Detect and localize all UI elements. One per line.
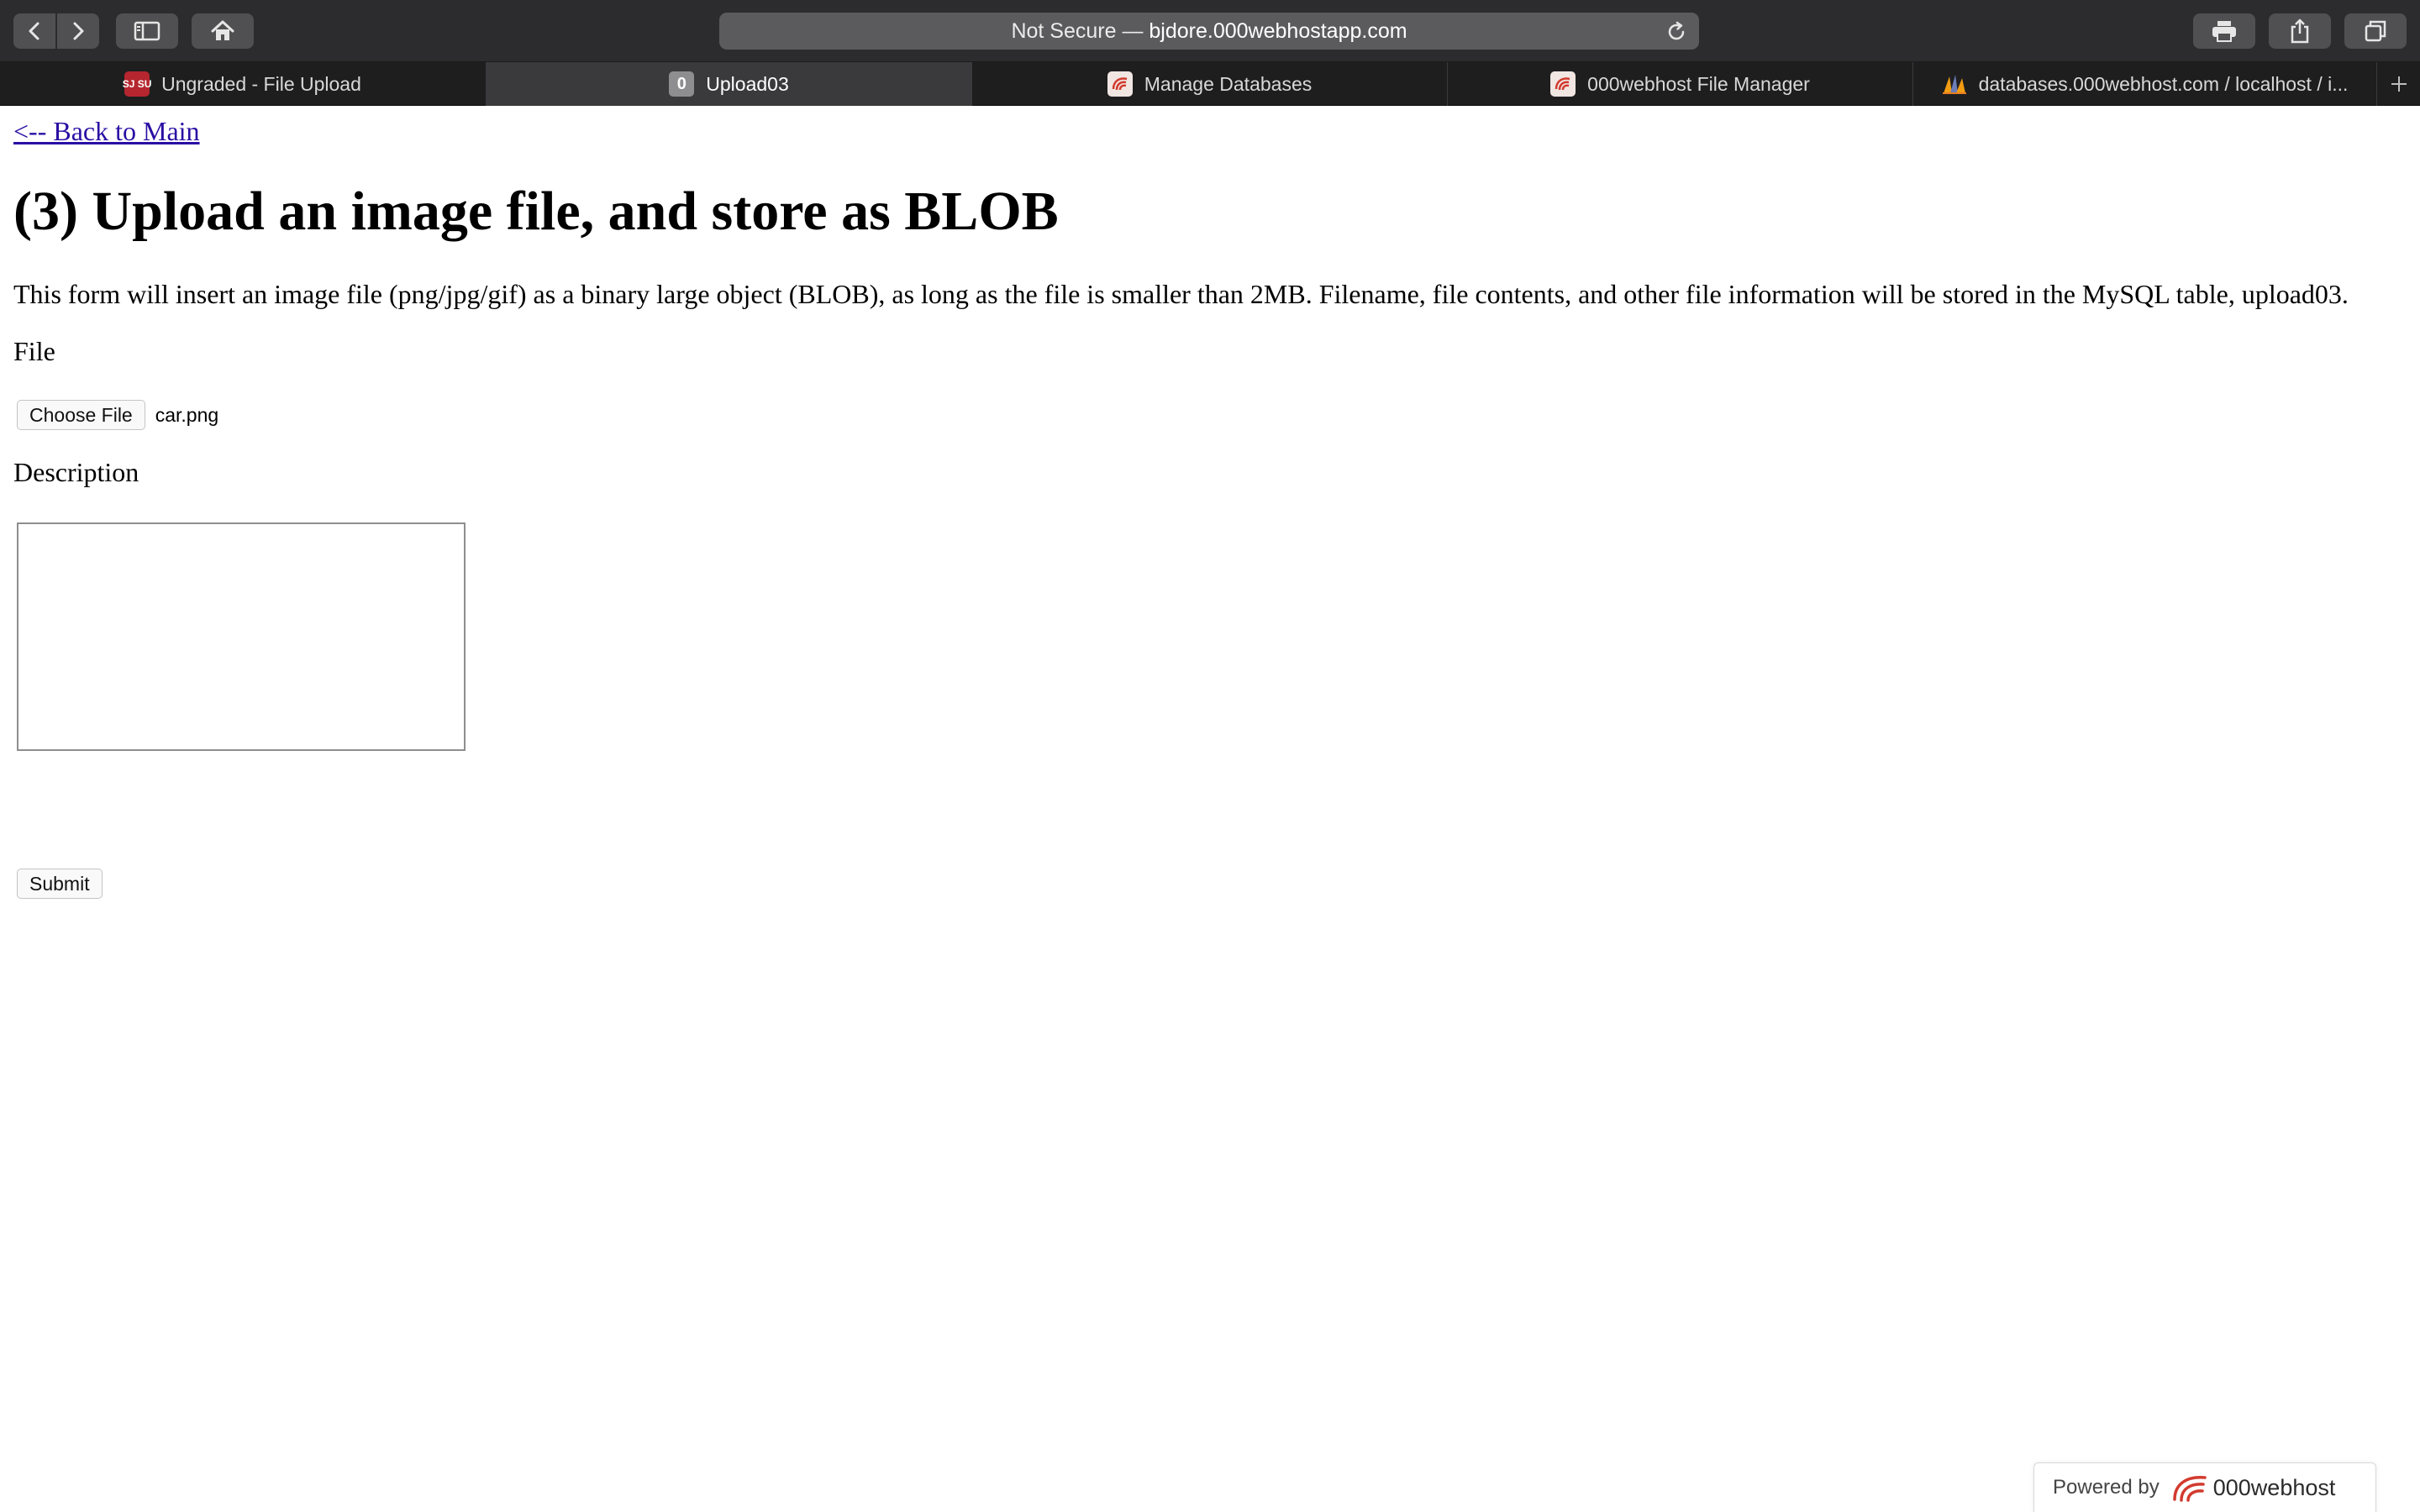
browser-toolbar: Not Secure — bjdore.000webhostapp.com (0, 0, 2420, 62)
sidebar-icon (134, 21, 160, 41)
000webhost-icon (1107, 71, 1133, 97)
powered-by-text: Powered by (2053, 1476, 2160, 1499)
forward-button[interactable] (57, 13, 99, 49)
back-to-main-link[interactable]: <-- Back to Main (13, 116, 200, 147)
share-icon (2291, 18, 2309, 44)
file-input: Choose File car.png (17, 400, 218, 430)
file-label: File (13, 336, 55, 366)
choose-file-button[interactable]: Choose File (17, 400, 145, 430)
tab-overview-button[interactable] (2344, 13, 2407, 49)
submit-button[interactable]: Submit (17, 869, 103, 899)
home-button[interactable] (192, 13, 254, 49)
sidebar-button[interactable] (116, 13, 178, 49)
000webhost-icon (1550, 71, 1576, 97)
tab-label: 000webhost File Manager (1587, 72, 1810, 95)
chosen-file-name: car.png (155, 403, 219, 426)
tab-label: Upload03 (706, 72, 789, 95)
brand-name: 000webhost (2212, 1474, 2336, 1500)
sjsu-icon: SJ SU (123, 71, 151, 97)
page-title: (3) Upload an image file, and store as B… (13, 181, 1059, 242)
description-textarea[interactable] (17, 522, 466, 751)
tab-bar: SJ SU Ungraded - File Upload 0 Upload03 … (0, 62, 2420, 106)
printer-icon (2212, 21, 2236, 42)
security-status: Not Secure — (1011, 18, 1144, 43)
chevron-right-icon (73, 22, 84, 40)
tab-label: Ungraded - File Upload (161, 72, 361, 95)
tab-label: Manage Databases (1144, 72, 1313, 95)
share-button[interactable] (2269, 13, 2331, 49)
reload-icon[interactable] (1665, 21, 1687, 43)
chevron-left-icon (29, 22, 39, 40)
phpmyadmin-icon (1942, 71, 1967, 97)
tab-file-manager[interactable]: 000webhost File Manager (1447, 62, 1912, 106)
page-description: This form will insert an image file (png… (13, 279, 2349, 309)
tab-phpmyadmin[interactable]: databases.000webhost.com / localhost / i… (1912, 62, 2376, 106)
description-label: Description (13, 457, 139, 487)
back-button[interactable] (13, 13, 55, 49)
tab-ungraded-file-upload[interactable]: SJ SU Ungraded - File Upload (0, 62, 486, 106)
tab-overview-icon (2365, 20, 2386, 42)
tab-manage-databases[interactable]: Manage Databases (971, 62, 1447, 106)
zero-icon: 0 (669, 71, 695, 97)
powered-by-badge[interactable]: Powered by 000webhost (2033, 1462, 2376, 1512)
url-domain: bjdore.000webhostapp.com (1149, 18, 1407, 43)
plus-icon (2391, 76, 2407, 92)
address-bar[interactable]: Not Secure — bjdore.000webhostapp.com (719, 13, 1699, 50)
print-button[interactable] (2193, 13, 2255, 49)
new-tab-button[interactable] (2376, 62, 2420, 106)
000webhost-logo-icon (2173, 1476, 2207, 1502)
tab-upload03[interactable]: 0 Upload03 (486, 62, 971, 106)
tab-label: databases.000webhost.com / localhost / i… (1978, 72, 2349, 95)
home-icon (211, 20, 234, 40)
